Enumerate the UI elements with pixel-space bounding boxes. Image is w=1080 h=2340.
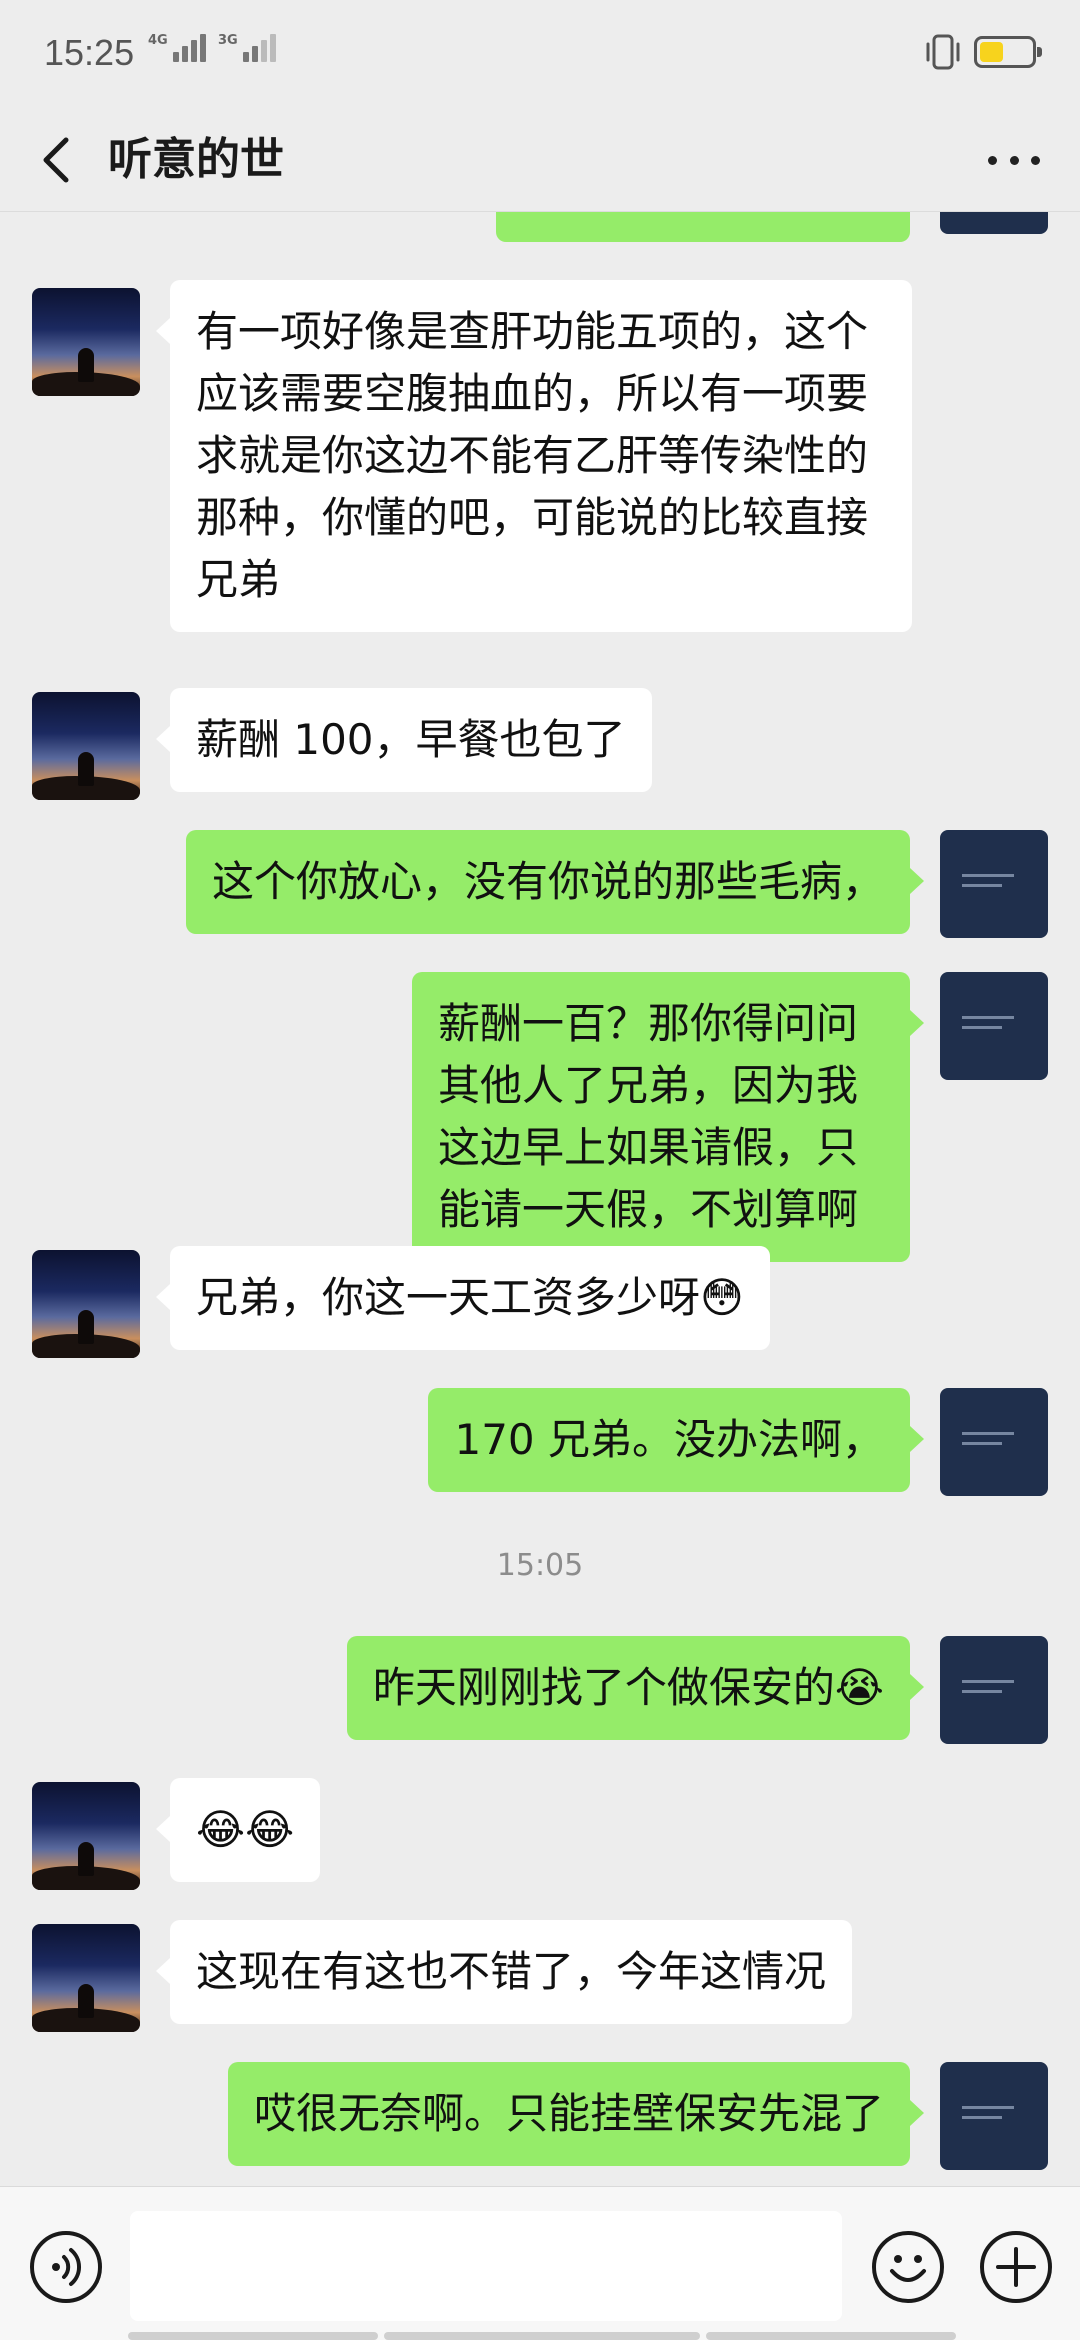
my-avatar[interactable] bbox=[940, 2062, 1048, 2170]
signal-3g-icon: 3G bbox=[218, 34, 276, 62]
message-input[interactable] bbox=[130, 2211, 842, 2321]
emoji-icon[interactable] bbox=[872, 2231, 944, 2303]
message-bubble-out[interactable]: 哎很无奈啊。只能挂壁保安先混了 bbox=[227, 2062, 925, 2166]
message-bubble-in[interactable]: 有一项好像是查肝功能五项的，这个应该需要空腹抽血的，所以有一项要求就是你这边不能… bbox=[156, 280, 912, 632]
nav-indicator bbox=[706, 2332, 956, 2340]
message-bubble-out[interactable]: 170 兄弟。没办法啊， bbox=[428, 1388, 924, 1492]
timestamp: 15:05 bbox=[496, 1548, 584, 1583]
contact-avatar[interactable] bbox=[32, 1782, 140, 1890]
nav-indicator bbox=[384, 2332, 700, 2340]
contact-avatar[interactable] bbox=[32, 288, 140, 396]
status-time: 15:25 bbox=[44, 32, 135, 73]
status-bar: 15:25 4G 3G bbox=[0, 0, 1080, 108]
plus-icon[interactable] bbox=[980, 2231, 1052, 2303]
chevron-left-icon[interactable] bbox=[28, 130, 88, 190]
battery-icon bbox=[974, 36, 1042, 68]
chat-header: 听意的世 bbox=[0, 108, 1080, 212]
battery-level-fill bbox=[980, 42, 1003, 62]
vibrate-icon bbox=[926, 34, 960, 70]
input-bar bbox=[0, 2186, 1080, 2340]
message-bubble-in[interactable]: 😂😂 bbox=[155, 1778, 321, 1882]
message-bubble-in[interactable]: 兄弟，你这一天工资多少呀😳 bbox=[156, 1246, 770, 1350]
contact-avatar[interactable] bbox=[32, 1250, 140, 1358]
message-bubble-out[interactable] bbox=[496, 212, 910, 242]
message-bubble-out[interactable]: 昨天刚刚找了个做保安的😭 bbox=[346, 1636, 925, 1740]
signal-4g-label: 4G bbox=[148, 33, 168, 48]
my-avatar[interactable] bbox=[940, 1388, 1048, 1496]
signal-3g-label: 3G bbox=[218, 33, 238, 48]
message-bubble-out[interactable]: 薪酬一百？那你得问问其他人了兄弟，因为我这边早上如果请假，只能请一天假，不划算啊 bbox=[412, 972, 924, 1262]
contact-avatar[interactable] bbox=[32, 692, 140, 800]
contact-avatar[interactable] bbox=[32, 1924, 140, 2032]
chat-title: 听意的世 bbox=[108, 134, 284, 185]
more-dots-icon[interactable] bbox=[982, 134, 1046, 186]
my-avatar[interactable] bbox=[940, 212, 1048, 234]
message-bubble-in[interactable]: 这现在有这也不错了，今年这情况 bbox=[155, 1920, 853, 2024]
signal-4g-icon: 4G bbox=[148, 34, 206, 62]
voice-icon[interactable] bbox=[30, 2231, 102, 2303]
message-list[interactable]: 有一项好像是查肝功能五项的，这个应该需要空腹抽血的，所以有一项要求就是你这边不能… bbox=[0, 212, 1080, 2186]
my-avatar[interactable] bbox=[940, 972, 1048, 1080]
my-avatar[interactable] bbox=[940, 1636, 1048, 1744]
message-bubble-in[interactable]: 薪酬 100，早餐也包了 bbox=[156, 688, 652, 792]
nav-indicator bbox=[128, 2332, 378, 2340]
my-avatar[interactable] bbox=[940, 830, 1048, 938]
message-bubble-out[interactable]: 这个你放心，没有你说的那些毛病， bbox=[185, 830, 925, 934]
